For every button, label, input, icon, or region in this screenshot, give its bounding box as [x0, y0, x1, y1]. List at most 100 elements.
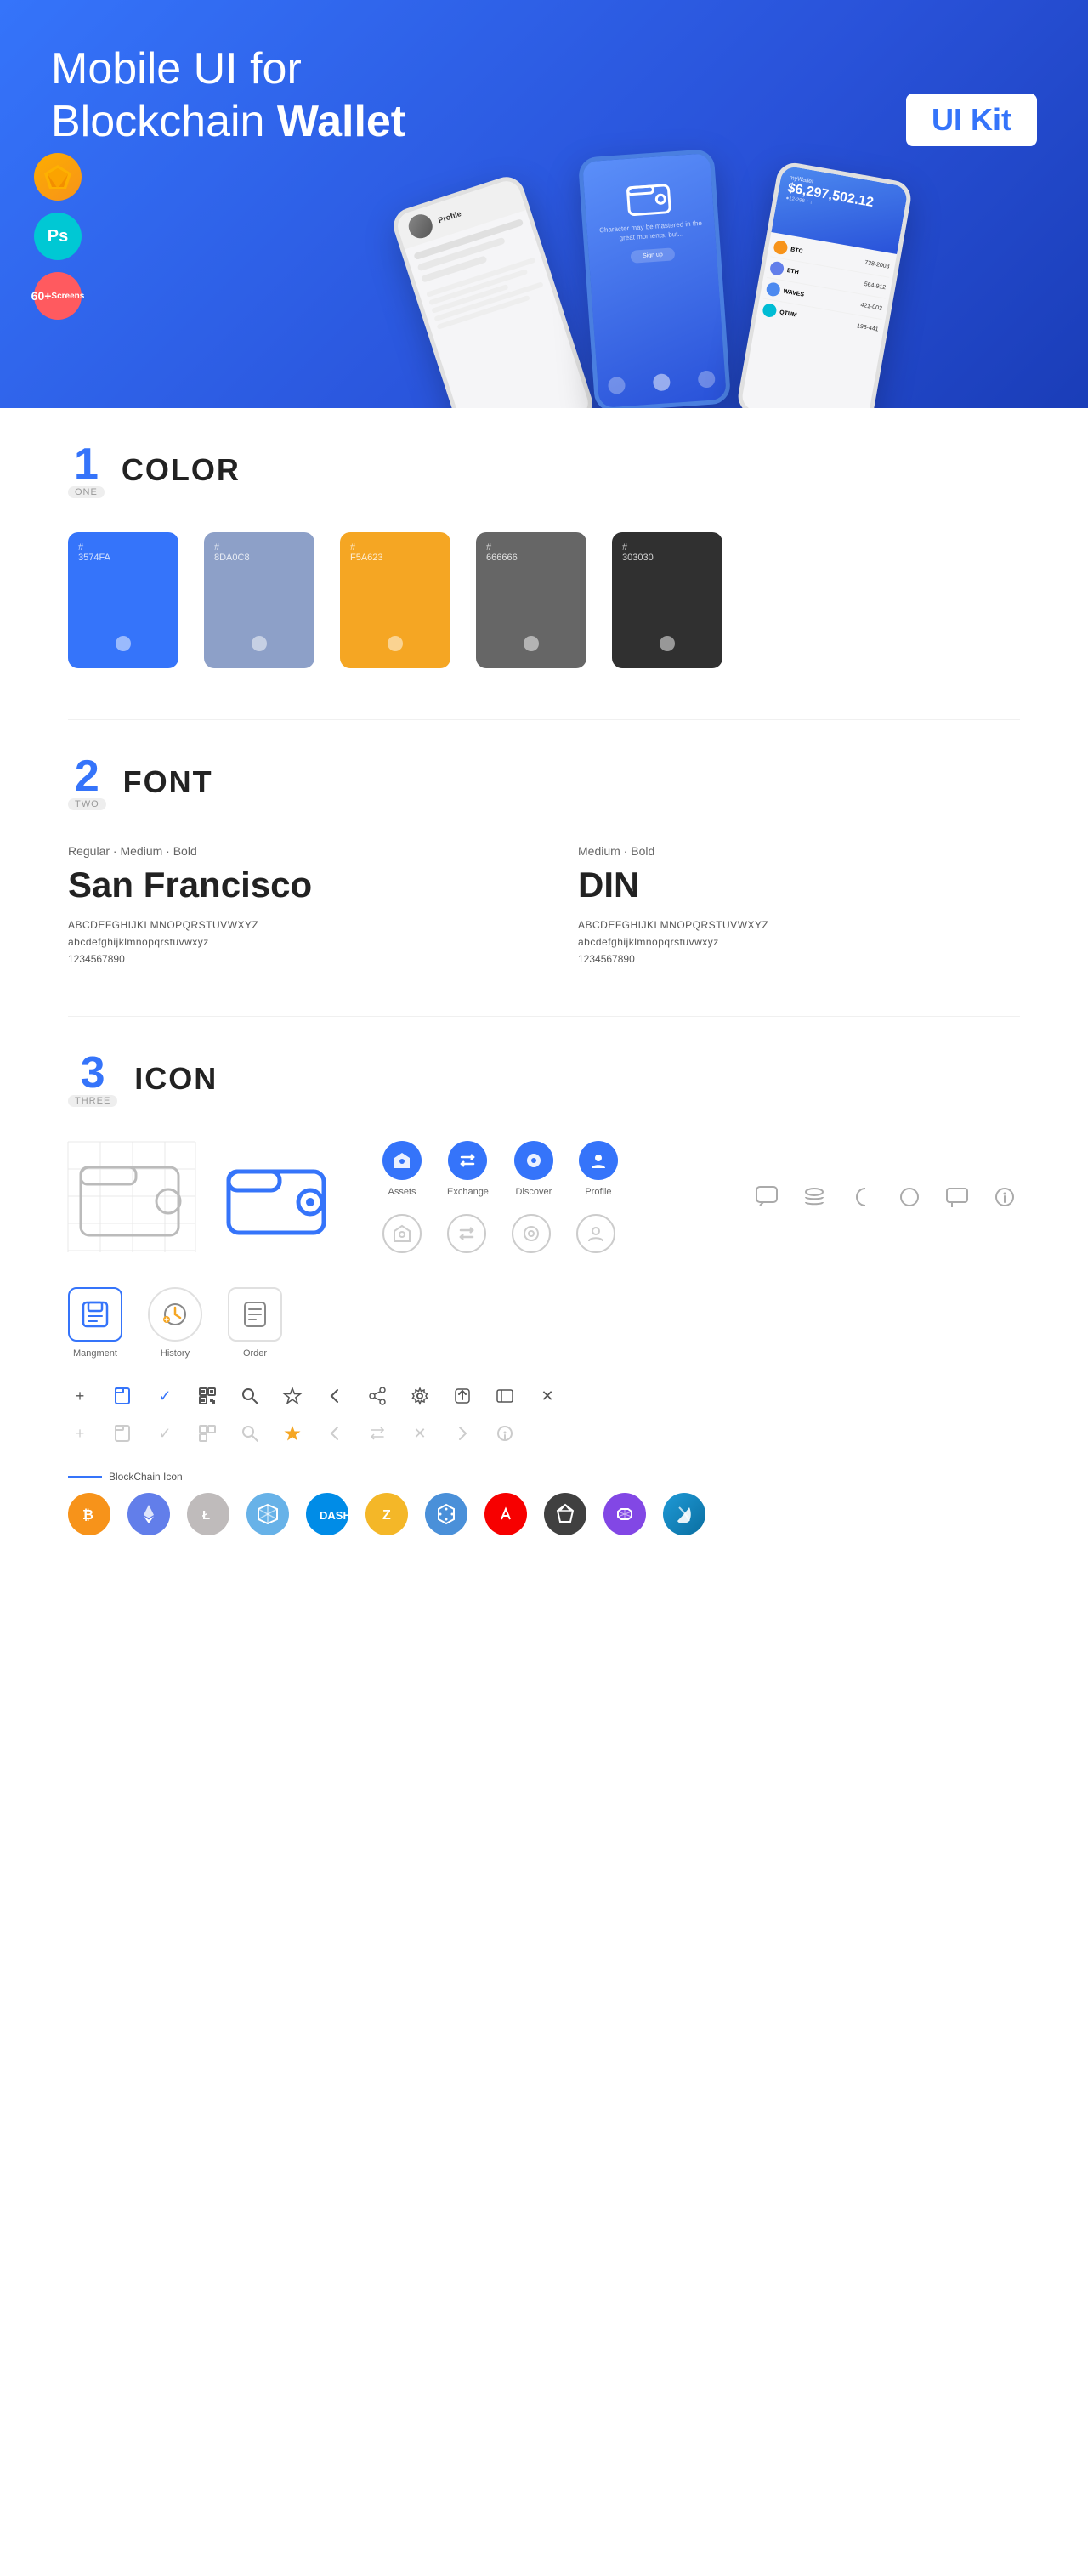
font2-numbers: 1234567890 — [578, 953, 1020, 965]
color-section-number: 1 ONE — [68, 442, 105, 498]
blockchain-text: BlockChain Icon — [109, 1471, 183, 1483]
ltc-icon: Ł — [187, 1493, 230, 1535]
hero-title: Mobile UI for Blockchain Wallet — [51, 43, 476, 149]
back-icon — [323, 1384, 347, 1408]
history-icon — [148, 1287, 202, 1342]
circle-icon — [894, 1182, 925, 1212]
assets-label: Assets — [388, 1187, 416, 1197]
net-icon — [425, 1493, 468, 1535]
doc-icon-outline — [110, 1421, 134, 1445]
sketch-badge — [34, 153, 82, 201]
font-col-sf: Regular · Medium · Bold San Francisco AB… — [68, 844, 510, 965]
ui-kit-badge: UI Kit — [906, 94, 1037, 146]
check-icon-outline: ✓ — [153, 1421, 177, 1445]
arrows-icon-outline — [366, 1421, 389, 1445]
swatch-gray-blue: #8DA0C8 — [204, 532, 314, 668]
upload-icon — [450, 1384, 474, 1408]
profile-icon-item: Profile — [579, 1141, 618, 1197]
screens-badge: 60+ Screens — [34, 272, 82, 320]
management-label: Mangment — [73, 1348, 117, 1359]
wallet-grid-icon — [68, 1142, 196, 1252]
discover-icon-outline — [512, 1214, 551, 1253]
swatch-orange: #F5A623 — [340, 532, 450, 668]
strat-icon — [663, 1493, 706, 1535]
zec-icon: Z — [366, 1493, 408, 1535]
font-section-number: 2 TWO — [68, 754, 106, 810]
hero-section: Mobile UI for Blockchain Wallet UI Kit P… — [0, 0, 1088, 408]
qr-icon — [196, 1384, 219, 1408]
add-icon-outline: + — [68, 1421, 92, 1445]
color-section-header: 1 ONE COLOR — [68, 442, 1020, 498]
svg-text:DASH: DASH — [320, 1509, 351, 1522]
font2-upper: ABCDEFGHIJKLMNOPQRSTUVWXYZ — [578, 919, 1020, 931]
divider-2 — [68, 1016, 1020, 1017]
icon-section: 3 THREE ICON — [68, 1051, 1020, 1535]
back-icon-outline — [323, 1421, 347, 1445]
discover-label: Discover — [516, 1187, 552, 1197]
exchange-label: Exchange — [447, 1187, 489, 1197]
divider-1 — [68, 719, 1020, 720]
color-swatches: #3574FA #8DA0C8 #F5A623 #666666 — [68, 532, 1020, 668]
misc-icons-row — [751, 1182, 1020, 1212]
font-section: 2 TWO FONT Regular · Medium · Bold San F… — [68, 754, 1020, 965]
moon-icon — [847, 1182, 877, 1212]
swap-icon — [493, 1384, 517, 1408]
profile-icon-filled — [579, 1141, 618, 1180]
chat-icon — [751, 1182, 782, 1212]
qr-icon-outline — [196, 1421, 219, 1445]
font-title: FONT — [123, 764, 213, 800]
assets-icon-filled — [382, 1141, 422, 1180]
font1-style: Regular · Medium · Bold — [68, 844, 510, 858]
discover-icon-item: Discover — [514, 1141, 553, 1197]
phone-2: Character may be mastered in thegreat mo… — [578, 149, 732, 408]
icon-section-number: 3 THREE — [68, 1051, 117, 1107]
font1-name: San Francisco — [68, 865, 510, 905]
discover-icon-filled — [514, 1141, 553, 1180]
ps-badge: Ps — [34, 213, 82, 260]
phone-1: Profile — [389, 173, 598, 408]
gem-icon — [544, 1493, 586, 1535]
icon-section-header: 3 THREE ICON — [68, 1051, 1020, 1107]
order-icon — [228, 1287, 282, 1342]
order-icon-item: Order — [228, 1287, 282, 1359]
font-section-header: 2 TWO FONT — [68, 754, 1020, 810]
font-columns: Regular · Medium · Bold San Francisco AB… — [68, 844, 1020, 965]
blockchain-label: BlockChain Icon — [68, 1471, 1020, 1483]
nav-icons-outline-row — [382, 1214, 618, 1253]
svg-text:Ł: Ł — [202, 1508, 210, 1523]
search-icon-outline — [238, 1421, 262, 1445]
management-icon — [68, 1287, 122, 1342]
pol-icon — [604, 1493, 646, 1535]
ark-icon — [484, 1493, 527, 1535]
management-icon-item: Mangment — [68, 1287, 122, 1359]
color-section: 1 ONE COLOR #3574FA #8DA0C8 #F5A623 — [68, 442, 1020, 668]
x-icon-outline: ✕ — [408, 1421, 432, 1445]
share-icon — [366, 1384, 389, 1408]
icon-title: ICON — [134, 1061, 218, 1097]
font2-lower: abcdefghijklmnopqrstuvwxyz — [578, 936, 1020, 948]
nem-icon — [246, 1493, 289, 1535]
toolbar-icons-outline-row: + ✓ — [68, 1421, 1020, 1445]
hero-title-bold: Wallet — [277, 97, 405, 146]
close-icon: ✕ — [536, 1384, 559, 1408]
font2-style: Medium · Bold — [578, 844, 1020, 858]
assets-icon-outline — [382, 1214, 422, 1253]
forward-icon-outline — [450, 1421, 474, 1445]
history-label: History — [161, 1348, 190, 1359]
exchange-icon-outline — [447, 1214, 486, 1253]
font2-name: DIN — [578, 865, 1020, 905]
doc-icon — [110, 1384, 134, 1408]
search-icon — [238, 1384, 262, 1408]
eth-icon — [128, 1493, 170, 1535]
star-icon — [280, 1384, 304, 1408]
swatch-dark: #303030 — [612, 532, 722, 668]
nav-icons-group: Assets Exchange — [382, 1141, 618, 1253]
color-title: COLOR — [122, 452, 241, 488]
profile-icon-outline — [576, 1214, 615, 1253]
settings-icon — [408, 1384, 432, 1408]
crypto-icons-row: ₿ Ł — [68, 1493, 1020, 1535]
exchange-icon-item: Exchange — [447, 1141, 489, 1197]
history-icon-item: History — [148, 1287, 202, 1359]
profile-label: Profile — [585, 1187, 611, 1197]
swatch-blue: #3574FA — [68, 532, 178, 668]
